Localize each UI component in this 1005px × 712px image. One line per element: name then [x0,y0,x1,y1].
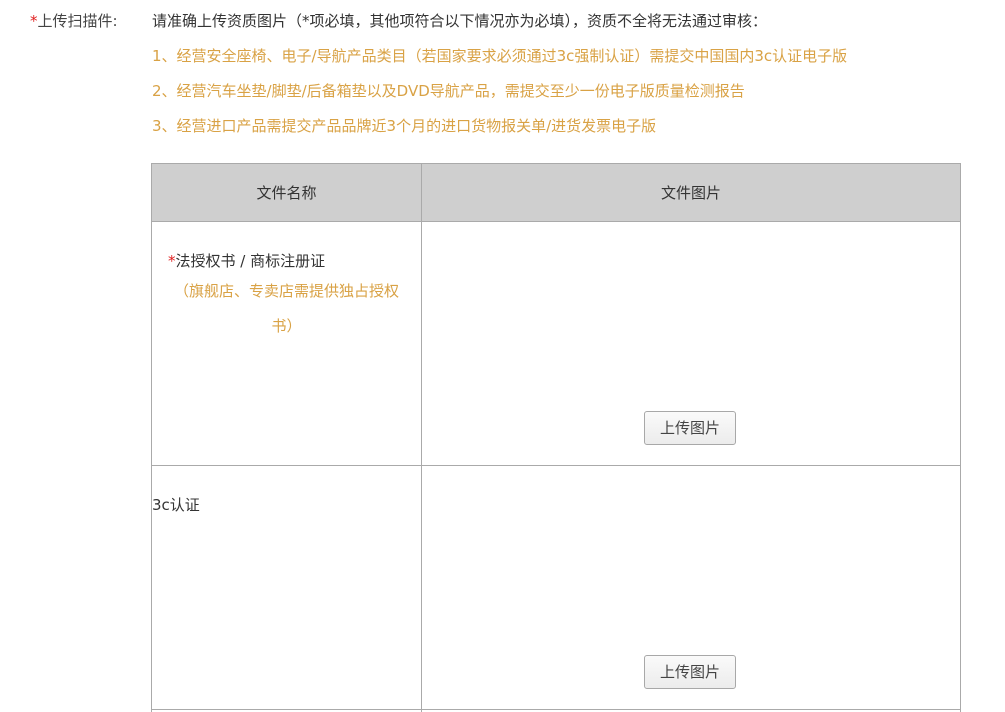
upload-scan-label: *上传扫描件: [30,10,118,32]
file-name-note: （旗舰店、专卖店需提供独占授权书） [173,282,399,335]
required-mark: * [30,12,38,30]
requirement-item-3: 3、经营进口产品需提交产品品牌近3个月的进口货物报关单/进货发票电子版 [152,117,657,135]
upload-image-button[interactable]: 上传图片 [644,655,736,689]
upload-image-button[interactable]: 上传图片 [644,411,736,445]
upload-scan-label-text: 上传扫描件: [37,12,118,30]
file-upload-table: 文件名称 文件图片 *法授权书 / 商标注册证 （旗舰店、专卖店需提供独占授权书… [151,163,961,712]
table-row: *法授权书 / 商标注册证 （旗舰店、专卖店需提供独占授权书） 上传图片 [151,221,961,466]
file-name-text: 法授权书 / 商标注册证 [175,252,326,270]
required-mark: * [168,252,176,270]
qualification-upload-form: *上传扫描件: 请准确上传资质图片（*项必填，其他项符合以下情况亦为必填），资质… [0,0,1005,712]
file-name-cell: *法授权书 / 商标注册证 （旗舰店、专卖店需提供独占授权书） [151,221,422,466]
table-row: 3c认证 上传图片 [151,465,961,710]
file-image-cell: 上传图片 [421,221,961,466]
requirement-item-1: 1、经营安全座椅、电子/导航产品类目（若国家要求必须通过3c强制认证）需提交中国… [152,47,848,65]
upload-instructions: 请准确上传资质图片（*项必填，其他项符合以下情况亦为必填），资质不全将无法通过审… [152,10,982,150]
file-name: *法授权书 / 商标注册证 [152,222,421,272]
instructions-intro: 请准确上传资质图片（*项必填，其他项符合以下情况亦为必填），资质不全将无法通过审… [152,12,768,30]
requirement-item-2: 2、经营汽车坐垫/脚垫/后备箱垫以及DVD导航产品，需提交至少一份电子版质量检测… [152,82,745,100]
column-header-file-image: 文件图片 [421,163,961,222]
table-header-row: 文件名称 文件图片 [151,163,961,222]
column-header-file-name: 文件名称 [151,163,422,222]
file-name-cell: 3c认证 [151,465,422,710]
file-image-cell: 上传图片 [421,465,961,710]
file-name: 3c认证 [152,496,200,514]
